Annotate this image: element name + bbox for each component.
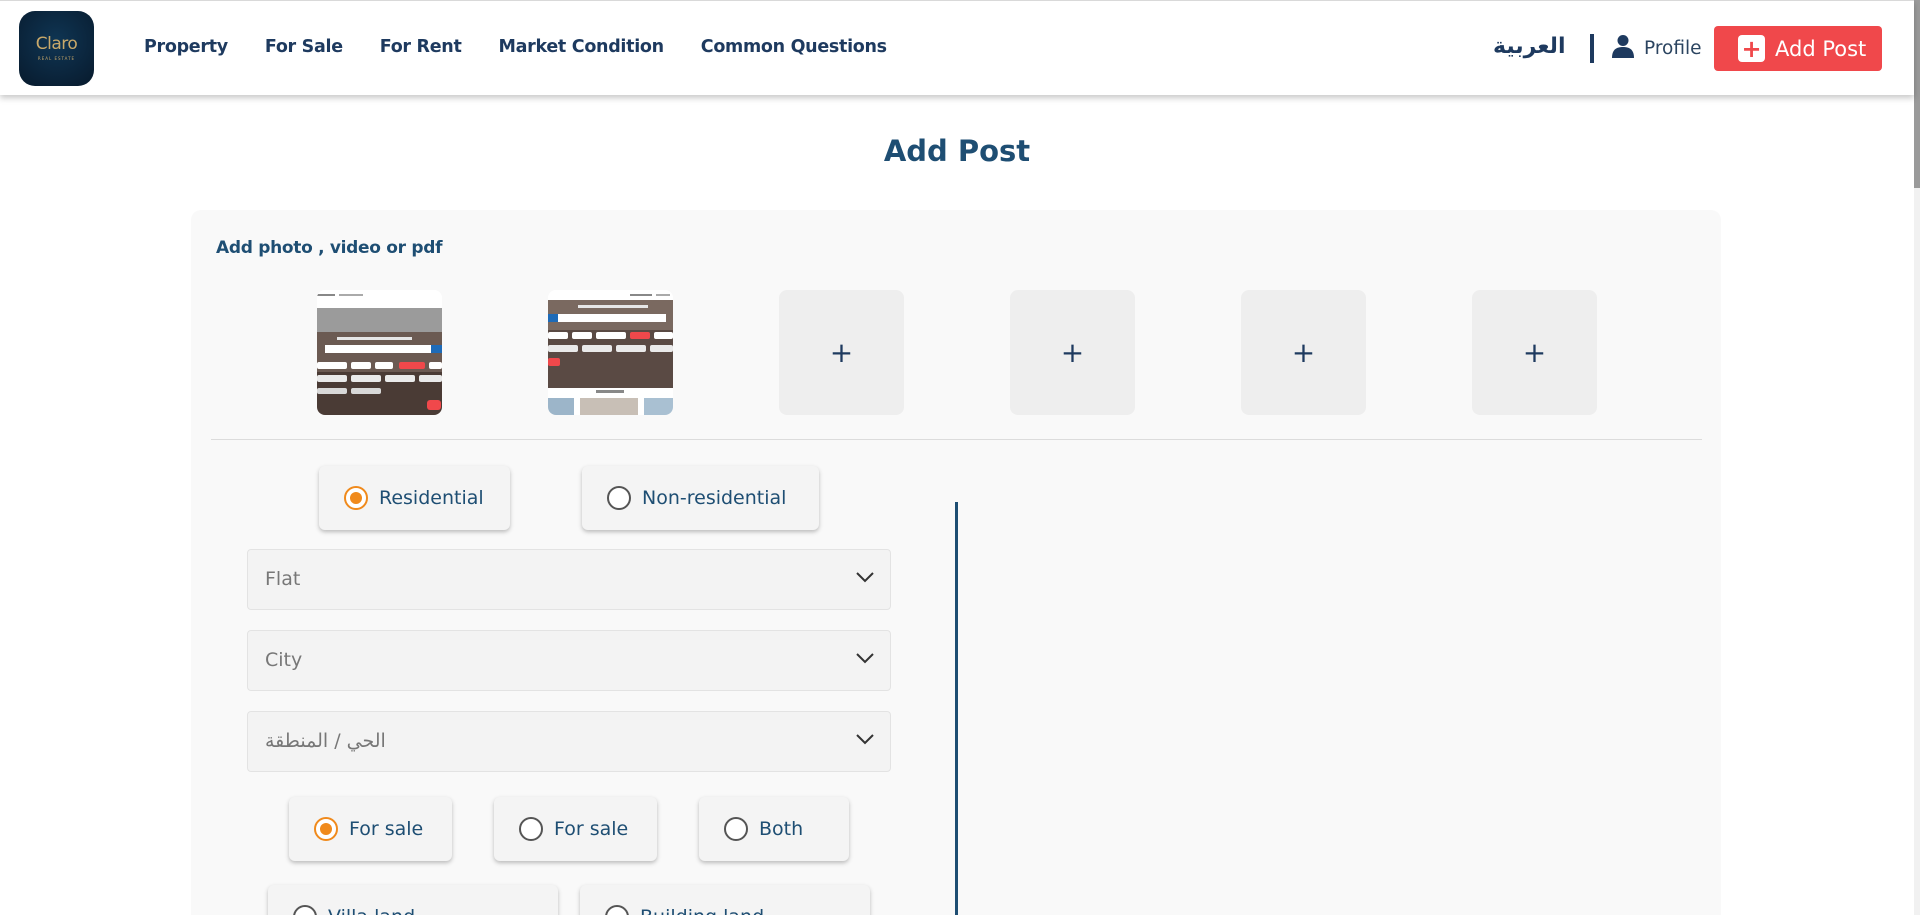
header-divider — [1590, 34, 1594, 63]
logo-text: Claro — [35, 34, 78, 54]
claro-logo[interactable]: Claro REAL ESTATE — [19, 11, 94, 86]
radio-for-sale[interactable]: For sale — [289, 797, 452, 861]
media-upload-slot-4[interactable]: + — [1010, 290, 1135, 415]
media-upload-label: Add photo , video or pdf — [216, 238, 443, 258]
radio-residential[interactable]: Residential — [319, 466, 510, 530]
radio-indicator — [344, 486, 368, 510]
radio-label: Non-residential — [642, 487, 787, 509]
radio-label: For sale — [349, 818, 424, 840]
city-select[interactable]: City — [247, 630, 891, 691]
profile-label: Profile — [1644, 37, 1702, 59]
radio-indicator — [607, 486, 631, 510]
radio-villa-land[interactable]: Villa land — [268, 885, 558, 915]
nav-common-questions[interactable]: Common Questions — [701, 37, 887, 57]
radio-label: Residential — [379, 487, 484, 509]
scrollbar-thumb[interactable] — [1914, 0, 1920, 188]
chevron-down-icon — [856, 653, 874, 664]
radio-for-sale-2[interactable]: For sale — [494, 797, 657, 861]
top-navbar: Claro REAL ESTATE Property For Sale For … — [0, 0, 1914, 95]
select-value: الحي / المنطقة — [265, 730, 386, 752]
user-icon — [1612, 34, 1634, 62]
media-thumbnail-2[interactable] — [548, 290, 673, 415]
radio-indicator — [605, 905, 629, 915]
add-post-button[interactable]: + Add Post — [1714, 26, 1882, 71]
main-nav: Property For Sale For Rent Market Condit… — [144, 37, 924, 57]
radio-non-residential[interactable]: Non-residential — [582, 466, 819, 530]
uploaded-image-thumbnail — [317, 290, 442, 415]
property-type-select[interactable]: Flat — [247, 549, 891, 610]
column-divider — [955, 502, 958, 915]
chevron-down-icon — [856, 572, 874, 583]
radio-label: Building land — [640, 906, 764, 915]
radio-indicator — [724, 817, 748, 841]
radio-both[interactable]: Both — [699, 797, 849, 861]
radio-building-land[interactable]: Building land — [580, 885, 870, 915]
radio-label: Both — [759, 818, 804, 840]
radio-indicator — [519, 817, 543, 841]
logo-subtext: REAL ESTATE — [37, 56, 76, 61]
radio-label: For sale — [554, 818, 629, 840]
nav-market-condition[interactable]: Market Condition — [499, 37, 665, 57]
media-upload-slot-3[interactable]: + — [779, 290, 904, 415]
nav-for-sale[interactable]: For Sale — [265, 37, 343, 57]
district-select[interactable]: الحي / المنطقة — [247, 711, 891, 772]
page-title: Add Post — [883, 134, 1031, 168]
nav-property[interactable]: Property — [144, 37, 228, 57]
media-thumbnail-1[interactable] — [317, 290, 442, 415]
language-switch[interactable]: العربية — [1493, 34, 1566, 59]
select-value: City — [265, 649, 303, 671]
media-upload-slot-5[interactable]: + — [1241, 290, 1366, 415]
section-divider — [211, 439, 1702, 440]
media-upload-slot-6[interactable]: + — [1472, 290, 1597, 415]
radio-indicator — [314, 817, 338, 841]
radio-label: Villa land — [328, 906, 415, 915]
profile-link[interactable]: Profile — [1612, 34, 1702, 62]
uploaded-image-thumbnail — [548, 290, 673, 415]
add-post-label: Add Post — [1775, 36, 1867, 61]
plus-icon: + — [1738, 35, 1765, 62]
chevron-down-icon — [856, 734, 874, 745]
nav-for-rent[interactable]: For Rent — [380, 37, 462, 57]
select-value: Flat — [265, 568, 301, 590]
radio-indicator — [293, 905, 317, 915]
